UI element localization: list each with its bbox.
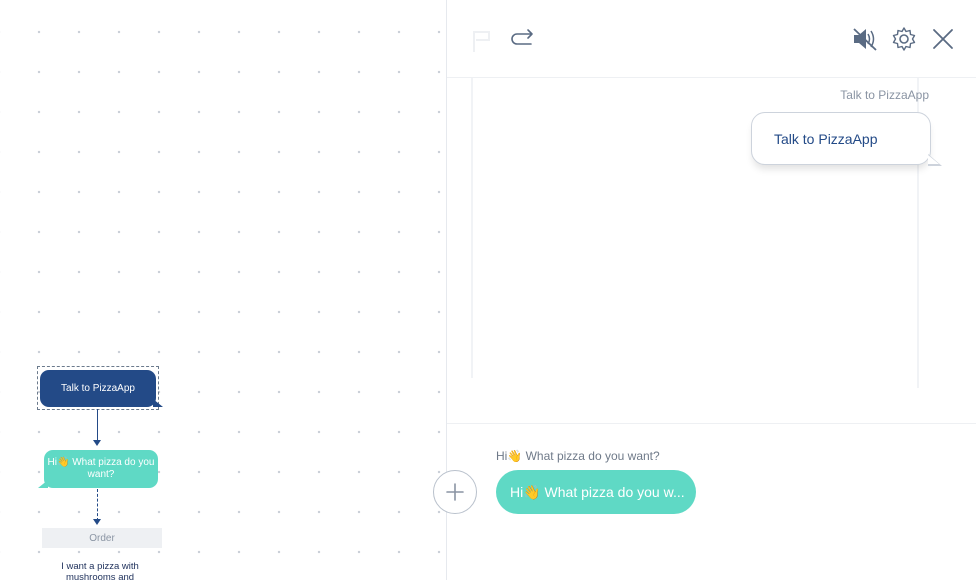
composer-divider (447, 423, 976, 424)
user-message-bubble: Talk to PizzaApp (751, 112, 942, 166)
connector-arrow-icon (93, 440, 101, 446)
background-guide (471, 78, 473, 378)
connector-arrow-icon (93, 519, 101, 525)
flow-canvas[interactable]: Talk to PizzaApp Hi👋 What pizza do you w… (0, 0, 446, 580)
speaker-muted-icon[interactable] (851, 26, 879, 52)
gear-icon[interactable] (891, 26, 917, 52)
user-intent-node[interactable]: Talk to PizzaApp (40, 370, 163, 407)
plus-icon (446, 483, 464, 501)
connector-dashed-line (97, 489, 98, 521)
user-intent-node-label: Talk to PizzaApp (61, 383, 135, 394)
node-tail (38, 480, 48, 488)
close-icon[interactable] (931, 27, 955, 51)
redo-icon[interactable] (509, 26, 535, 50)
connector-line (97, 409, 98, 442)
node-tail (153, 399, 163, 407)
intent-label[interactable]: Order (42, 528, 162, 548)
user-intent-node-text[interactable]: I want a pizza with mushrooms and (54, 561, 146, 580)
bot-response-node-label: Hi👋 What pizza do you want? (47, 457, 155, 480)
user-message-text: Talk to PizzaApp (774, 130, 878, 147)
chat-preview-panel: Talk to PizzaApp Talk to PizzaApp Hi👋 Wh… (433, 0, 976, 580)
message-sender-label: Talk to PizzaApp (840, 88, 929, 102)
add-response-button[interactable] (433, 470, 477, 514)
flag-icon[interactable] (469, 28, 495, 54)
bubble-tail (928, 155, 939, 164)
chat-toolbar (447, 0, 976, 78)
suggestion-label: Hi👋 What pizza do you want? (496, 449, 660, 463)
suggested-response-bubble[interactable]: Hi👋 What pizza do you w... (496, 470, 696, 514)
bot-response-node[interactable]: Hi👋 What pizza do you want? (38, 450, 158, 488)
